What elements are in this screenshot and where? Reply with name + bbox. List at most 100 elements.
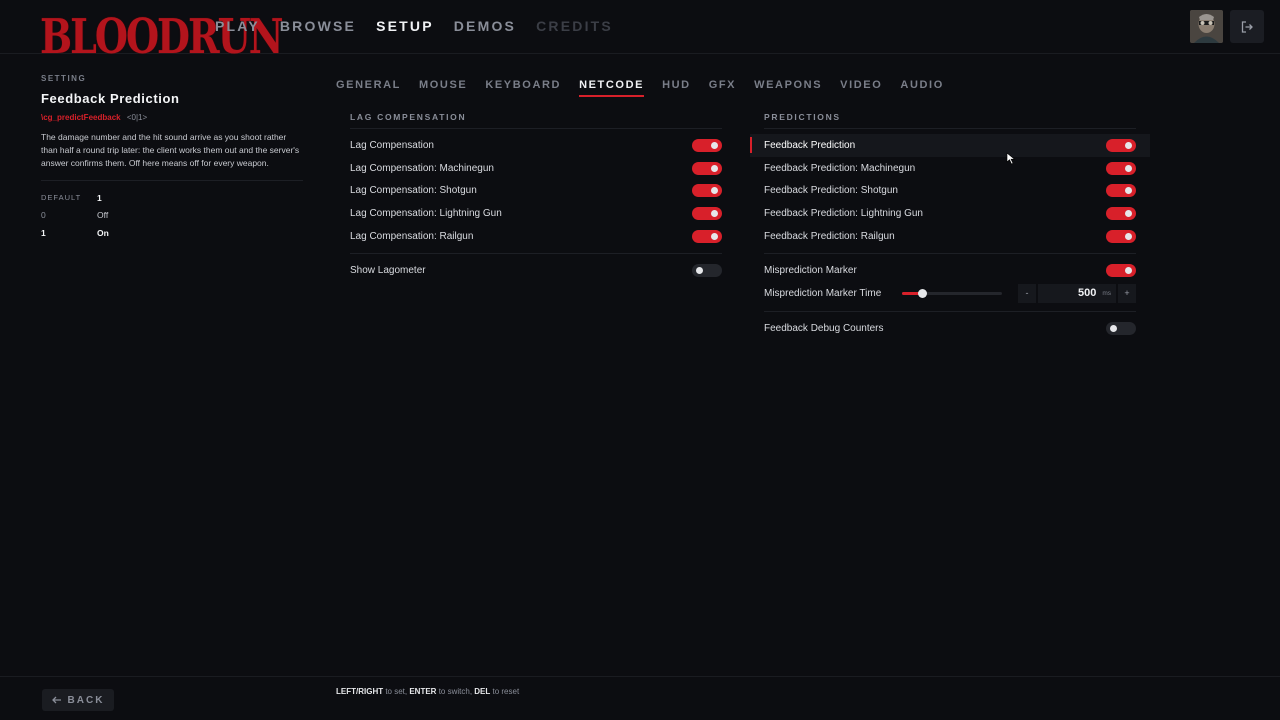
value-unit: ms (1102, 289, 1111, 297)
divider (41, 180, 303, 181)
setting-label: Feedback Prediction: Shotgun (764, 185, 898, 197)
back-button[interactable]: BACK (42, 689, 114, 711)
value-key: 1 (41, 227, 46, 238)
predictions-section: PREDICTIONS Feedback Prediction Feedback… (750, 112, 1150, 340)
default-row: DEFAULT 1 (41, 189, 303, 207)
value-option-selected: 1 On (41, 224, 303, 242)
back-label: BACK (67, 694, 105, 706)
slider-thumb[interactable] (918, 288, 927, 298)
bloodrun-logo[interactable]: BLOODRUN (40, 8, 283, 64)
cvar-row: \cg_predictFeedback <0|1> (41, 113, 303, 122)
cvar-name: \cg_predictFeedback (41, 113, 121, 122)
setting-description: The damage number and the hit sound arri… (41, 132, 300, 168)
section-title: PREDICTIONS (764, 112, 1136, 129)
default-value: 1 (97, 192, 102, 203)
toggle-switch[interactable] (692, 264, 722, 278)
setting-label: Lag Compensation: Railgun (350, 230, 474, 242)
main-nav: PLAY BROWSE SETUP DEMOS CREDITS (215, 18, 613, 34)
lag-compensation-section: LAG COMPENSATION Lag Compensation Lag Co… (350, 112, 722, 282)
toggle-switch[interactable] (692, 184, 722, 198)
exit-button[interactable] (1230, 10, 1264, 43)
hint-text: to switch, (436, 687, 475, 696)
lag-rows: Lag Compensation Lag Compensation: Machi… (350, 134, 722, 282)
logo-text: BLOODRUN (40, 8, 283, 65)
setting-label: Feedback Debug Counters (764, 322, 884, 334)
top-bar: BLOODRUN PLAY BROWSE SETUP DEMOS CREDITS (0, 0, 1280, 64)
value-input[interactable]: 500 ms (1038, 283, 1116, 303)
prediction-rows: Feedback Prediction Feedback Prediction:… (750, 134, 1150, 340)
value-list: DEFAULT 1 0 Off 1 On (41, 189, 303, 242)
toggle-switch[interactable] (1106, 138, 1136, 152)
toggle-switch[interactable] (692, 206, 722, 220)
tab-audio[interactable]: AUDIO (900, 79, 943, 97)
nav-browse[interactable]: BROWSE (280, 18, 356, 34)
toggle-switch[interactable] (1106, 229, 1136, 243)
setting-row[interactable]: Feedback Debug Counters (764, 317, 1136, 340)
tab-keyboard[interactable]: KEYBOARD (485, 79, 561, 97)
setting-row[interactable]: Misprediction Marker (764, 259, 1136, 282)
setting-label: Feedback Prediction: Lightning Gun (764, 207, 923, 219)
setting-row[interactable]: Feedback Prediction: Machinegun (764, 157, 1136, 180)
exit-icon (1241, 20, 1253, 33)
avatar[interactable] (1190, 10, 1223, 43)
setting-label: Misprediction Marker (764, 265, 857, 277)
tab-video[interactable]: VIDEO (840, 79, 882, 97)
setting-label: Feedback Prediction: Machinegun (764, 162, 916, 174)
setting-row[interactable]: Lag Compensation: Lightning Gun (350, 202, 722, 225)
tab-gfx[interactable]: GFX (709, 79, 736, 97)
setting-label: Lag Compensation: Machinegun (350, 162, 494, 174)
setting-row[interactable]: Show Lagometer (350, 259, 722, 282)
nav-credits: CREDITS (536, 18, 613, 34)
toggle-switch[interactable] (1106, 321, 1136, 335)
setting-row-selected[interactable]: Feedback Prediction (750, 134, 1150, 157)
nav-play[interactable]: PLAY (215, 18, 260, 34)
setting-row[interactable]: Lag Compensation: Railgun (350, 225, 722, 248)
cvar-range: <0|1> (126, 113, 148, 122)
setting-label: Feedback Prediction: Railgun (764, 230, 895, 242)
setting-label: Show Lagometer (350, 265, 426, 277)
setting-row[interactable]: Lag Compensation (350, 134, 722, 157)
default-label: DEFAULT (41, 193, 82, 203)
setting-row-slider[interactable]: Misprediction Marker Time - 500 ms + (764, 282, 1136, 305)
setting-kicker: SETTING (41, 74, 87, 83)
setting-label: Misprediction Marker Time (764, 287, 882, 299)
hint-key: ENTER (409, 687, 437, 696)
marker-time-slider[interactable] (902, 288, 1002, 298)
footer-bar: BACK LEFT/RIGHT to set, ENTER to switch,… (0, 676, 1280, 720)
settings-tabs: GENERAL MOUSE KEYBOARD NETCODE HUD GFX W… (336, 79, 944, 97)
tab-netcode[interactable]: NETCODE (579, 79, 645, 97)
value-option: 0 Off (41, 207, 303, 225)
toggle-switch[interactable] (1106, 184, 1136, 198)
key-hints: LEFT/RIGHT to set, ENTER to switch, DEL … (336, 687, 519, 696)
setting-title: Feedback Prediction (41, 91, 180, 106)
setting-row[interactable]: Feedback Prediction: Railgun (764, 225, 1136, 248)
setting-label: Lag Compensation (350, 139, 434, 151)
increment-button[interactable]: + (1118, 283, 1136, 303)
toggle-switch[interactable] (692, 229, 722, 243)
tab-hud[interactable]: HUD (662, 79, 691, 97)
toggle-switch[interactable] (1106, 264, 1136, 278)
nav-setup[interactable]: SETUP (376, 18, 434, 34)
decrement-button[interactable]: - (1018, 283, 1036, 303)
setting-row[interactable]: Lag Compensation: Shotgun (350, 179, 722, 202)
slider-control: - 500 ms + (902, 283, 1136, 303)
tab-mouse[interactable]: MOUSE (419, 79, 467, 97)
setting-info-panel: SETTING Feedback Prediction \cg_predictF… (41, 74, 303, 242)
setting-row[interactable]: Feedback Prediction: Shotgun (764, 179, 1136, 202)
nav-demos[interactable]: DEMOS (454, 18, 516, 34)
tab-weapons[interactable]: WEAPONS (754, 79, 822, 97)
toggle-switch[interactable] (1106, 161, 1136, 175)
toggle-switch[interactable] (1106, 206, 1136, 220)
value-key: 0 (41, 210, 46, 221)
setting-row[interactable]: Feedback Prediction: Lightning Gun (764, 202, 1136, 225)
toggle-switch[interactable] (692, 161, 722, 175)
toggle-switch[interactable] (692, 138, 722, 152)
value-label: On (97, 227, 109, 238)
avatar-portrait-icon (1190, 10, 1223, 43)
setting-label: Lag Compensation: Shotgun (350, 185, 477, 197)
tab-general[interactable]: GENERAL (336, 79, 401, 97)
setting-label: Lag Compensation: Lightning Gun (350, 207, 502, 219)
hint-key: LEFT/RIGHT (336, 687, 384, 696)
setting-row[interactable]: Lag Compensation: Machinegun (350, 157, 722, 180)
value-label: Off (97, 210, 109, 221)
